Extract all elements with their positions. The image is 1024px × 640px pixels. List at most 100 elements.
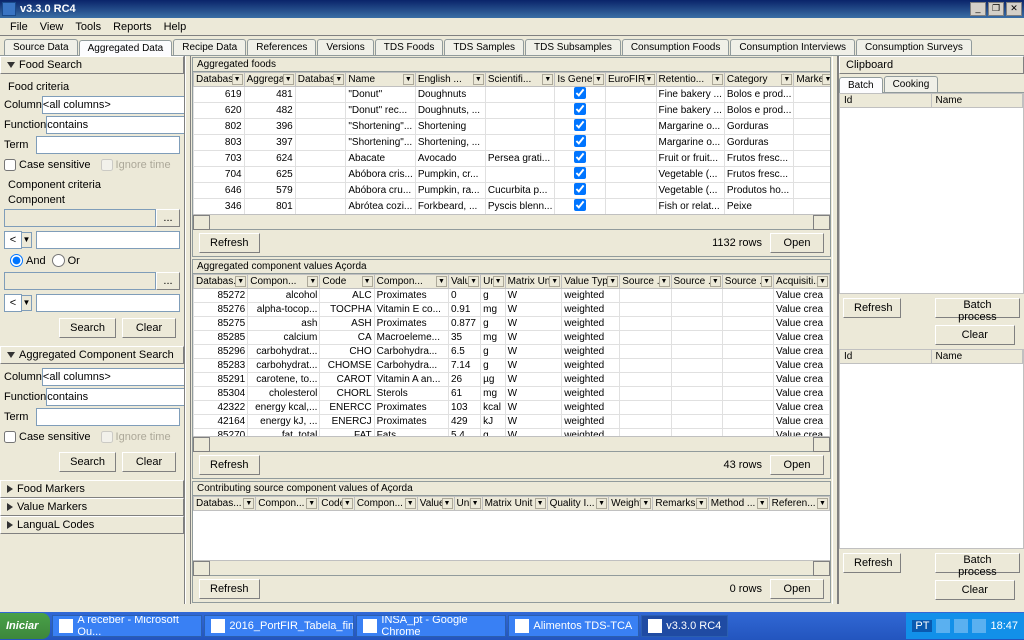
taskbar-button[interactable]: 2016_PortFIR_Tabela_final [204,615,354,637]
table-row[interactable]: 85304cholesterolCHORLSterols61mgWweighte… [194,387,830,401]
column-header[interactable]: Source ...▼ [671,275,722,289]
filter-icon[interactable]: ▼ [607,276,618,287]
filter-icon[interactable]: ▼ [283,74,294,85]
generic-checkbox[interactable] [574,135,586,147]
clipboard-batch-button[interactable]: Batch process [935,298,1020,318]
or-radio[interactable] [52,254,65,267]
column-header[interactable]: Weight▼ [609,497,653,511]
filter-icon[interactable]: ▼ [235,276,246,287]
filter-icon[interactable]: ▼ [333,74,344,85]
table-row[interactable]: 646579Abóbora cru...Pumpkin, ra...Cucurb… [194,183,831,199]
column-header[interactable]: Databas...▼ [194,497,256,511]
table-row[interactable]: 85291carotene, to...CAROTVitamin A an...… [194,373,830,387]
clipboard-clear-button[interactable]: Clear [935,325,1015,345]
column-header[interactable]: Value▼ [448,275,480,289]
operator-input-1[interactable] [4,231,22,249]
component-browse-button[interactable]: ... [156,209,180,227]
main-tab[interactable]: Source Data [4,39,78,55]
table-row[interactable]: 620482"Donut" rec...Doughnuts, ...Fine b… [194,103,831,119]
main-tab[interactable]: Recipe Data [173,39,246,55]
filter-icon[interactable]: ▼ [232,74,243,85]
filter-icon[interactable]: ▼ [817,498,828,509]
column-header[interactable]: Source ...▼ [620,275,671,289]
column-header[interactable]: Method ...▼ [708,497,769,511]
column-header[interactable]: Code▼ [319,497,355,511]
main-tab[interactable]: TDS Samples [444,39,524,55]
filter-icon[interactable]: ▼ [473,74,484,85]
function-select[interactable] [46,116,185,134]
column-header[interactable]: Compon...▼ [354,497,417,511]
search-button[interactable]: Search [59,318,116,338]
taskbar-button[interactable]: v3.3.0 RC4 [641,615,728,637]
generic-checkbox[interactable] [574,87,586,99]
filter-icon[interactable]: ▼ [470,498,481,509]
operator-input-2[interactable] [4,294,22,312]
menu-file[interactable]: File [4,21,34,33]
taskbar-button[interactable]: INSA_pt - Google Chrome [356,615,506,637]
filter-icon[interactable]: ▼ [542,74,553,85]
generic-checkbox[interactable] [574,119,586,131]
filter-icon[interactable]: ▼ [442,498,453,509]
column-header[interactable]: English ...▼ [415,73,485,87]
close-button[interactable]: ✕ [1006,2,1022,16]
column-header[interactable]: Databas...▼ [194,275,248,289]
table-row[interactable]: 85283carbohydrat...CHOMSECarbohydra...7.… [194,359,830,373]
clipboard2-refresh-button[interactable]: Refresh [843,553,901,573]
table-row[interactable]: 802396"Shortening"...ShorteningMargarine… [194,119,831,135]
column-header[interactable]: Matrix Unit▼ [482,497,547,511]
taskbar-button[interactable]: Alimentos TDS-TCA [508,615,639,637]
component-input-2[interactable] [4,272,156,290]
taskbar-button[interactable]: A receber - Microsoft Ou... [52,615,202,637]
column-header[interactable]: Code▼ [320,275,374,289]
component-browse-button-2[interactable]: ... [156,272,180,290]
filter-icon[interactable]: ▼ [640,498,651,509]
column-header[interactable]: Markers▼ [794,73,830,87]
column-header[interactable]: Value▼ [417,497,454,511]
table-row[interactable]: 703624AbacateAvocadoPersea grati...Fruit… [194,151,831,167]
column-header[interactable]: Unit▼ [454,497,482,511]
clipboard-tab-batch[interactable]: Batch [839,77,883,93]
food-search-header[interactable]: Food Search [0,56,184,74]
dropdown-icon[interactable]: ▼ [22,295,32,311]
main-tab[interactable]: Versions [317,39,373,55]
component-input[interactable] [4,209,156,227]
filter-icon[interactable]: ▼ [243,498,254,509]
language-indicator[interactable]: PT [912,620,932,632]
menu-view[interactable]: View [34,21,70,33]
table-row[interactable]: 85276alpha-tocop...TOCPHAVitamin E co...… [194,303,830,317]
main-tab[interactable]: TDS Foods [375,39,444,55]
clipboard-tab-cooking[interactable]: Cooking [884,76,939,92]
grid1-refresh-button[interactable]: Refresh [199,233,260,253]
column-header[interactable]: Compon...▼ [248,275,320,289]
clear-button[interactable]: Clear [122,318,176,338]
horizontal-scrollbar[interactable] [193,436,830,451]
dropdown-icon[interactable]: ▼ [22,232,32,248]
acs-search-button[interactable]: Search [59,452,116,472]
grid2-refresh-button[interactable]: Refresh [199,455,260,475]
horizontal-scrollbar[interactable] [193,560,830,575]
case-sensitive-checkbox[interactable] [4,159,16,171]
table-row[interactable]: 85285calciumCAMacroeleme...35mgWweighted… [194,331,830,345]
clipboard2-col-name[interactable]: Name [932,350,1024,363]
filter-icon[interactable]: ▼ [549,276,560,287]
column-header[interactable]: Is Generic▼ [555,73,606,87]
column-header[interactable]: Retentio...▼ [656,73,724,87]
generic-checkbox[interactable] [574,151,586,163]
menu-reports[interactable]: Reports [107,21,158,33]
value-markers-header[interactable]: Value Markers [0,498,184,516]
column-header[interactable]: Aggrega...▼ [244,73,295,87]
table-row[interactable]: 803397"Shortening"...Shortening, ...Marg… [194,135,831,151]
table-row[interactable]: 85296carbohydrat...CHOCarbohydra...6.5gW… [194,345,830,359]
main-tab[interactable]: Consumption Foods [622,39,730,55]
filter-icon[interactable]: ▼ [710,276,721,287]
column-header[interactable]: Compon...▼ [374,275,448,289]
grid3-refresh-button[interactable]: Refresh [199,579,260,599]
acs-function-select[interactable] [46,388,185,406]
main-tab[interactable]: Aggregated Data [79,40,173,56]
clipboard-col-id[interactable]: Id [840,94,932,107]
column-header[interactable]: Databas...▼ [194,73,245,87]
acs-column-select[interactable] [42,368,185,386]
grid3-open-button[interactable]: Open [770,579,824,599]
table-row[interactable]: 85270fat, totalFATFats5.4gWweightedValue… [194,429,830,437]
clipboard2-col-id[interactable]: Id [840,350,932,363]
